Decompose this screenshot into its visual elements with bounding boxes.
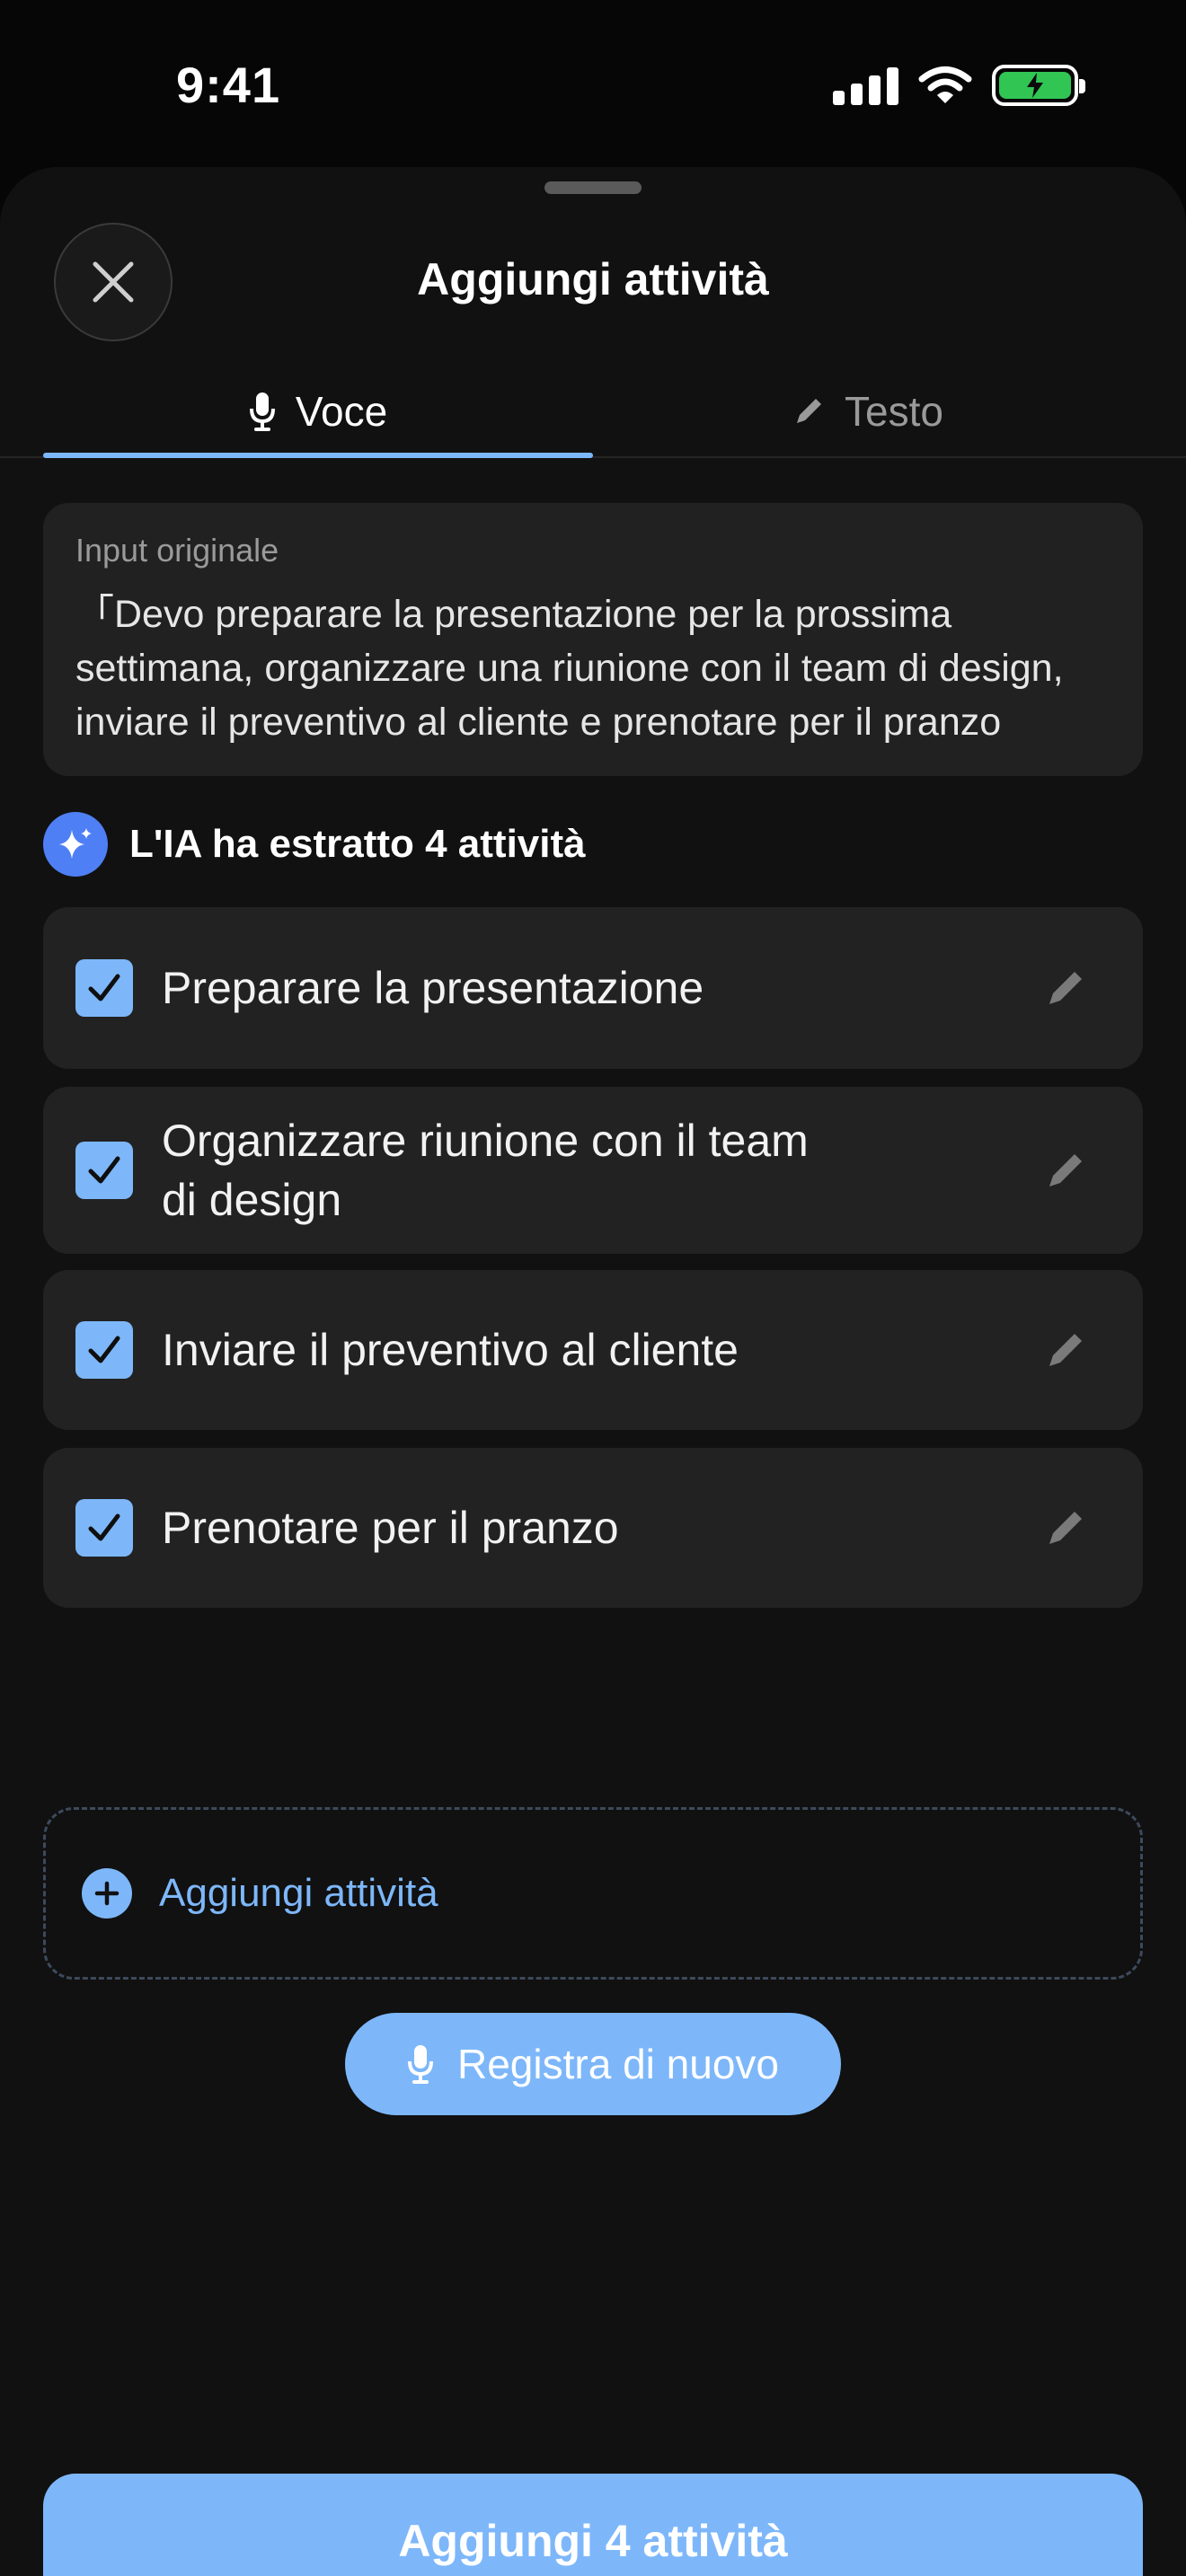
edit-task-button[interactable]	[1039, 1143, 1093, 1197]
tab-voice-label: Voce	[295, 388, 388, 435]
original-input-card: Input originale 「Devo preparare la prese…	[43, 503, 1143, 776]
checkmark-icon	[88, 1336, 120, 1363]
task-label: Inviare il preventivo al cliente	[162, 1325, 739, 1375]
mic-icon	[408, 2045, 433, 2084]
pencil-icon	[1049, 972, 1082, 1004]
checkmark-icon	[88, 974, 120, 1001]
task-label: Preparare la presentazione	[162, 963, 704, 1013]
sheet-title: Aggiungi attività	[417, 254, 769, 304]
cellular-signal-icon	[833, 66, 898, 105]
ai-summary: L'IA ha estratto 4 attività	[43, 812, 586, 877]
ai-summary-text: L'IA ha estratto 4 attività	[129, 822, 586, 866]
sparkles-icon	[43, 812, 108, 877]
add-task-label: Aggiungi attività	[159, 1871, 438, 1915]
status-bar: 9:41	[0, 0, 1186, 171]
sheet-grabber[interactable]	[544, 181, 642, 194]
edit-task-button[interactable]	[1039, 1501, 1093, 1555]
battery-icon	[992, 65, 1085, 106]
wifi-icon	[918, 66, 972, 103]
tab-text[interactable]: Testo	[593, 365, 1143, 458]
task-label: Organizzare riunione con il team di desi…	[162, 1116, 809, 1225]
add-tasks-sheet: Aggiungi attività Voce Testo Input origi…	[0, 167, 1186, 2576]
charging-bolt-icon	[1027, 73, 1043, 98]
mic-icon	[249, 393, 275, 431]
add-tasks-button[interactable]: Aggiungi 4 attività	[43, 2474, 1143, 2576]
plus-circle-icon	[82, 1868, 132, 1919]
record-again-button[interactable]: Registra di nuovo	[345, 2013, 841, 2115]
original-input-text: 「Devo preparare la presentazione per la …	[75, 593, 1064, 744]
add-tasks-label: Aggiungi 4 attività	[398, 2516, 788, 2566]
status-time: 9:41	[176, 57, 281, 113]
pencil-icon	[1049, 1154, 1082, 1187]
screen: 9:41 Aggiungi attività Voce Testo Input …	[0, 0, 1186, 2576]
pencil-icon	[1049, 1512, 1082, 1544]
task-item[interactable]: Inviare il preventivo al cliente	[43, 1270, 1143, 1430]
task-label: Prenotare per il pranzo	[162, 1503, 619, 1553]
pencil-icon	[1049, 1334, 1082, 1366]
add-task-button[interactable]: Aggiungi attività	[43, 1807, 1143, 1980]
checkmark-icon	[88, 1513, 120, 1541]
status-icons	[833, 65, 1085, 106]
tab-voice[interactable]: Voce	[43, 365, 593, 458]
checkmark-icon	[88, 1156, 120, 1184]
record-again-label: Registra di nuovo	[457, 2041, 779, 2087]
task-item[interactable]: Organizzare riunione con il team di desi…	[43, 1087, 1143, 1254]
active-tab-indicator	[43, 453, 593, 458]
tab-text-label: Testo	[845, 388, 943, 435]
pencil-icon	[797, 399, 822, 423]
task-checkbox[interactable]	[75, 959, 133, 1017]
original-input-label: Input originale	[75, 532, 279, 569]
edit-task-button[interactable]	[1039, 961, 1093, 1015]
task-item[interactable]: Preparare la presentazione	[43, 907, 1143, 1069]
task-checkbox[interactable]	[75, 1142, 133, 1199]
edit-task-button[interactable]	[1039, 1323, 1093, 1377]
input-mode-tabs: Voce Testo	[0, 365, 1186, 458]
task-item[interactable]: Prenotare per il pranzo	[43, 1448, 1143, 1608]
task-checkbox[interactable]	[75, 1499, 133, 1557]
task-checkbox[interactable]	[75, 1321, 133, 1379]
